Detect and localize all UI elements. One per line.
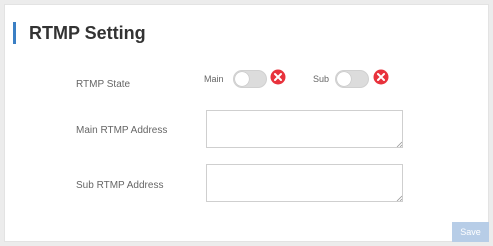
toggle-knob <box>235 72 249 86</box>
sub-address-label: Sub RTMP Address <box>76 180 164 191</box>
save-button[interactable]: Save <box>452 222 489 242</box>
sub-toggle-label: Sub <box>313 74 330 84</box>
toggle-knob <box>337 72 351 86</box>
rtmp-state-label: RTMP State <box>76 79 131 90</box>
title-accent-bar <box>13 22 16 44</box>
main-address-label: Main RTMP Address <box>76 125 168 136</box>
main-rtmp-toggle[interactable] <box>233 70 267 88</box>
sub-rtmp-toggle[interactable] <box>335 70 369 88</box>
main-close-icon <box>270 69 286 85</box>
main-toggle-label: Main <box>204 74 224 84</box>
sub-address-field[interactable] <box>206 164 403 202</box>
main-address-field[interactable] <box>206 110 403 148</box>
page-title: RTMP Setting <box>29 23 146 43</box>
sub-close-icon <box>373 69 389 85</box>
